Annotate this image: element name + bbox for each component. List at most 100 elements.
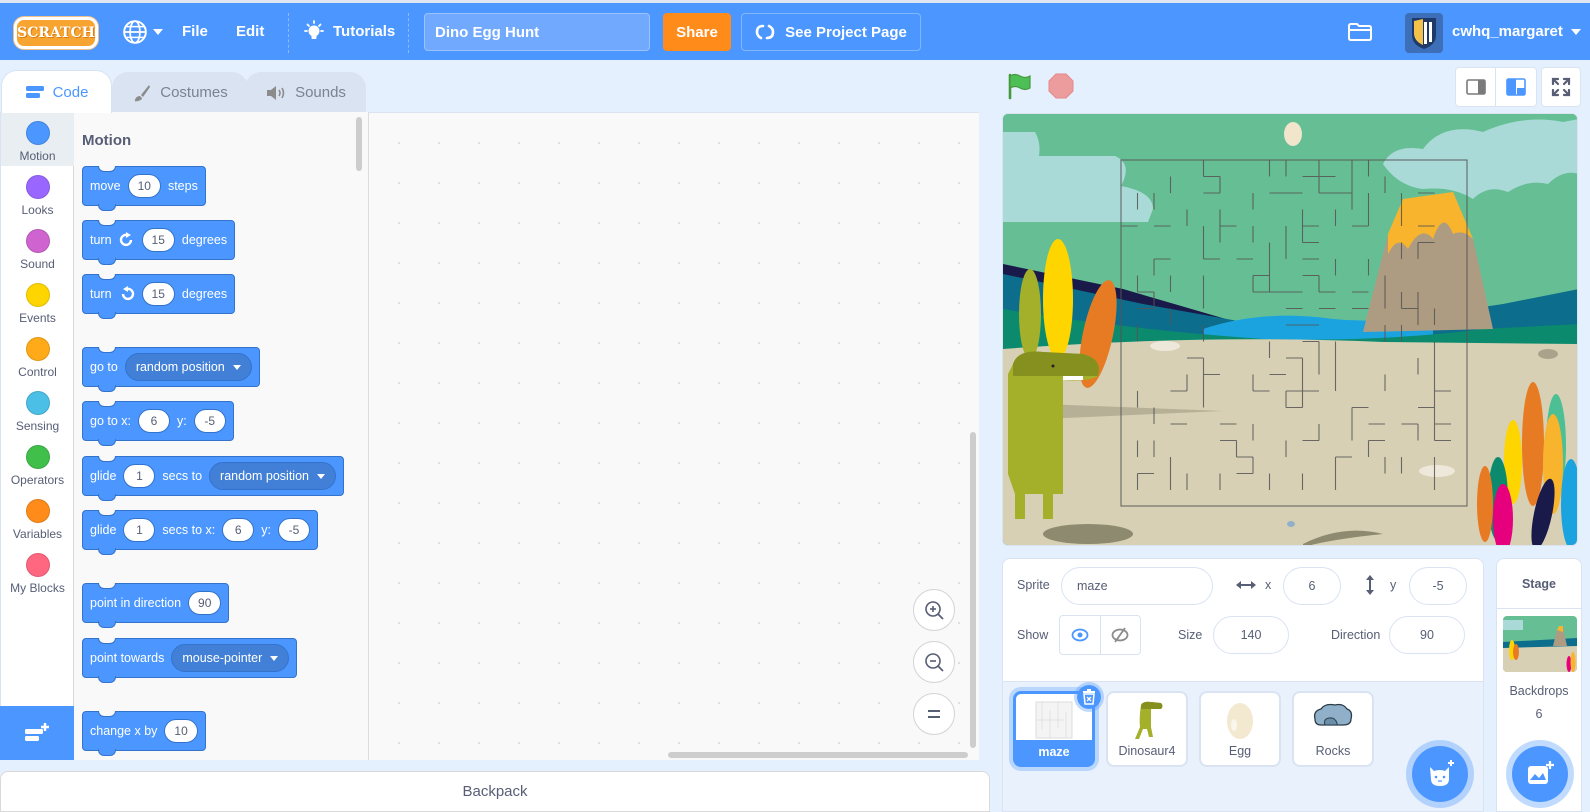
stage-canvas[interactable] [1002,113,1578,546]
target-dropdown[interactable]: random position [209,462,336,490]
eye-slash-icon [1111,627,1129,643]
edit-menu[interactable]: Edit [236,3,264,60]
fullscreen-button[interactable] [1541,67,1581,107]
target-dropdown[interactable]: random position [124,353,252,381]
block-go-to[interactable]: go to random position [82,347,260,392]
category-events[interactable]: Events [1,274,74,328]
sprite-tile-rocks[interactable]: Rocks [1292,691,1374,767]
choose-sprite-button[interactable] [1412,746,1468,802]
my-blocks-color-dot [25,553,50,577]
language-menu[interactable] [122,3,163,60]
tab-code[interactable]: Code [1,70,112,113]
tab-costumes[interactable]: Costumes [112,72,248,112]
category-operators[interactable]: Operators [1,436,74,490]
block-text: y: [261,523,271,537]
backpack-header[interactable]: Backpack [0,771,990,812]
small-stage-button[interactable] [1455,67,1496,107]
category-motion[interactable]: Motion [1,112,74,166]
change-x-input[interactable]: 10 [164,719,198,743]
user-avatar[interactable] [1405,13,1443,53]
block-change-x[interactable]: change x by 10 [82,711,206,756]
block-turn-right[interactable]: turn 15 degrees [82,220,236,265]
block-go-to-xy[interactable]: go to x: 6 y: -5 [82,401,234,446]
tutorials-button[interactable]: Tutorials [303,3,395,60]
folder-icon [1348,23,1372,41]
backdrop-thumbnail [1503,616,1577,672]
degrees-input[interactable]: 15 [141,282,175,306]
share-button[interactable]: Share [663,13,731,51]
palette-scrollbar[interactable] [356,117,362,171]
rocks-thumbnail [1313,703,1353,726]
block-text: point towards [90,651,165,665]
steps-input[interactable]: 10 [127,174,161,198]
block-text: turn [90,233,112,247]
file-menu[interactable]: File [182,3,208,60]
workspace-vertical-scrollbar[interactable] [970,432,976,748]
category-label: Variables [12,527,63,541]
block-move-steps[interactable]: move 10 steps [82,166,206,211]
sprite-info-panel: Sprite maze x 6 y -5 Show Size 140 Direc… [1003,559,1483,682]
rotate-clockwise-icon [119,232,132,247]
workspace-horizontal-scrollbar[interactable] [668,752,968,758]
tab-sounds[interactable]: Sounds [245,72,366,112]
block-glide-to[interactable]: glide 1 secs to random position [82,456,344,501]
block-point-towards[interactable]: point towards mouse-pointer [82,638,298,683]
x-input[interactable]: 6 [222,518,255,542]
palette-section-label: Motion [82,132,132,149]
secs-input[interactable]: 1 [123,518,156,542]
sprite-tile-dinosaur4[interactable]: Dinosaur4 [1106,691,1188,767]
see-project-page-button[interactable]: See Project Page [741,13,921,51]
sprite-tile-maze[interactable]: maze [1013,682,1104,767]
y-position-input[interactable]: -5 [1409,567,1467,605]
y-input[interactable]: -5 [277,518,310,542]
block-text: point in direction [90,596,182,610]
category-sensing[interactable]: Sensing [1,382,74,436]
add-extension-button[interactable] [0,706,74,760]
egg-thumbnail [1227,703,1253,739]
category-variables[interactable]: Variables [1,490,74,544]
category-my-blocks[interactable]: My Blocks [1,544,74,598]
normal-stage-button[interactable] [1496,67,1537,107]
block-glide-xy[interactable]: glide 1 secs to x: 6 y: -5 [82,510,318,555]
block-text: secs to [162,469,203,483]
block-point-in-direction[interactable]: point in direction 90 [82,583,230,628]
direction-input[interactable]: 90 [188,591,222,615]
size-input[interactable]: 140 [1213,616,1289,654]
block-turn-left[interactable]: turn 15 degrees [82,274,236,319]
sprite-name-input[interactable]: maze [1061,567,1213,605]
see-project-page-label: See Project Page [785,23,907,41]
my-stuff-button[interactable] [1347,22,1373,46]
y-input[interactable]: -5 [193,409,226,433]
x-input[interactable]: 6 [138,409,170,433]
degrees-input[interactable]: 15 [141,228,175,252]
project-title-input[interactable] [424,13,650,51]
script-workspace[interactable] [369,112,979,760]
delete-sprite-button[interactable] [1074,682,1104,712]
direction-input[interactable]: 90 [1389,616,1465,654]
sprite-name: Rocks [1315,744,1351,758]
username-label: cwhq_margaret [1452,23,1563,40]
x-position-input[interactable]: 6 [1283,567,1341,605]
zoom-in-button[interactable] [913,589,955,631]
hide-sprite-button[interactable] [1099,616,1141,654]
sprite-tile-egg[interactable]: Egg [1199,691,1281,767]
zoom-reset-button[interactable] [913,693,955,735]
secs-input[interactable]: 1 [123,464,156,488]
show-sprite-button[interactable] [1060,616,1100,654]
ground-rock [1043,524,1133,544]
dinosaur-eye [1051,364,1055,368]
image-plus-icon [1528,761,1554,784]
category-sound[interactable]: Sound [1,220,74,274]
target-dropdown[interactable]: mouse-pointer [171,644,290,672]
category-looks[interactable]: Looks [1,166,74,220]
category-control[interactable]: Control [1,328,74,382]
zoom-out-button[interactable] [913,641,955,683]
caret-down-icon [153,28,163,35]
choose-backdrop-button[interactable] [1512,746,1568,802]
scratch-logo[interactable]: SCRATCH [14,17,98,49]
account-menu[interactable]: cwhq_margaret [1452,3,1581,60]
stop-button[interactable] [1048,73,1074,104]
green-flag-button[interactable] [1005,72,1033,105]
eye-icon [1071,628,1089,642]
dinosaur-head [1013,351,1099,376]
